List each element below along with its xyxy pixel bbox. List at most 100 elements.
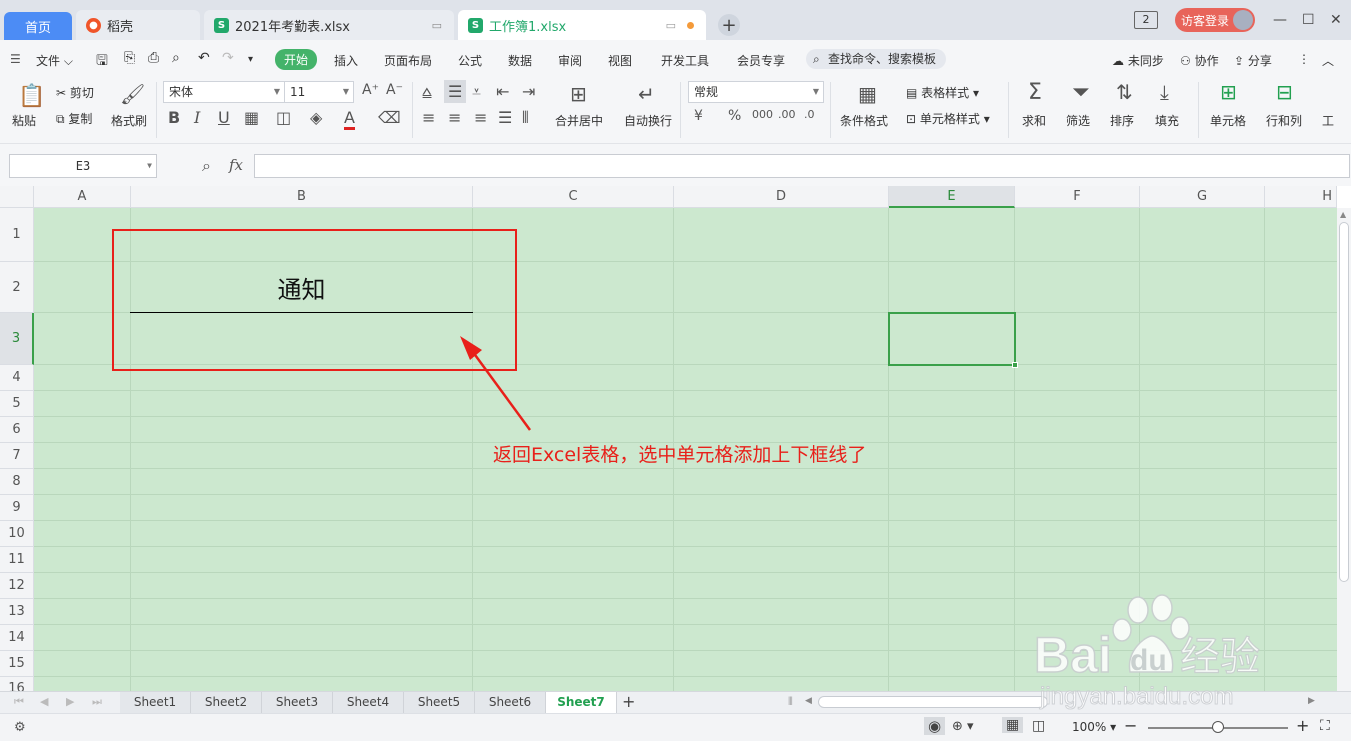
first-sheet-icon[interactable]: ⏮ — [14, 695, 24, 709]
sheet-tab-5[interactable]: Sheet5 — [404, 692, 475, 713]
scroll-thumb[interactable] — [1339, 222, 1349, 582]
page-view-icon[interactable]: ◫ — [1032, 718, 1045, 734]
tab-workbook1[interactable]: S 工作簿1.xlsx ▭ — [458, 10, 706, 40]
font-color-icon[interactable]: A — [344, 108, 355, 130]
thousands-icon[interactable]: 000 — [752, 108, 773, 121]
col-header-d[interactable]: D — [674, 186, 889, 208]
font-family-select[interactable]: 宋体 ▼ — [163, 81, 285, 103]
row-header-13[interactable]: 13 — [0, 599, 34, 625]
formula-input[interactable] — [254, 154, 1350, 178]
cell-icon[interactable]: ⊞ — [1220, 80, 1237, 104]
print-icon[interactable]: ⎙ — [148, 50, 159, 66]
menu-page-layout[interactable]: 页面布局 — [384, 52, 432, 69]
tab-home[interactable]: 首页 — [4, 12, 72, 40]
row-header-4[interactable]: 4 — [0, 365, 34, 391]
decrease-font-icon[interactable]: A⁻ — [386, 82, 403, 98]
number-format-select[interactable]: 常规 ▼ — [688, 81, 824, 103]
add-sheet-icon[interactable]: + — [622, 692, 635, 711]
horizontal-scroll-thumb[interactable] — [818, 696, 1048, 708]
zoom-search-icon[interactable]: ⌕ — [202, 156, 211, 176]
menu-start[interactable]: 开始 — [275, 49, 318, 70]
highlight-icon[interactable]: ◈ — [310, 108, 322, 127]
chevron-down-icon[interactable]: ▾ — [248, 54, 253, 65]
format-painter-icon[interactable]: 🖌 — [120, 82, 145, 106]
col-header-a[interactable]: A — [34, 186, 131, 208]
minimize-icon[interactable]: — — [1273, 12, 1287, 28]
sheet-tab-3[interactable]: Sheet3 — [262, 692, 333, 713]
align-top-icon[interactable]: ⩠ — [422, 82, 432, 102]
close-icon[interactable]: ✕ — [1330, 12, 1342, 28]
fx-icon[interactable]: fx — [229, 156, 243, 174]
menu-data[interactable]: 数据 — [508, 52, 532, 69]
scroll-right-icon[interactable]: ▶ — [1308, 696, 1315, 706]
col-header-c[interactable]: C — [473, 186, 674, 208]
justify-icon[interactable]: ☰ — [498, 108, 512, 127]
last-sheet-icon[interactable]: ⏭ — [92, 695, 102, 709]
share-button[interactable]: ⇪ 分享 — [1234, 52, 1272, 69]
preview-icon[interactable]: ⌕ — [172, 50, 180, 66]
sync-status[interactable]: ☁ 未同步 — [1112, 52, 1164, 69]
row-header-3[interactable]: 3 — [0, 313, 34, 365]
zoom-level[interactable]: 100% ▾ — [1072, 720, 1116, 734]
sort-icon[interactable]: ⇅ — [1116, 80, 1133, 104]
fullscreen-icon[interactable]: ⛶ — [1320, 718, 1330, 734]
monitor-icon[interactable]: ▭ — [432, 19, 442, 32]
eye-protection-icon[interactable]: ◉ — [924, 717, 946, 735]
decrease-decimal-icon[interactable]: .0 — [804, 108, 815, 121]
row-header-10[interactable]: 10 — [0, 521, 34, 547]
row-header-5[interactable]: 5 — [0, 391, 34, 417]
col-header-e[interactable]: E — [889, 186, 1015, 208]
row-col-button[interactable]: 行和列 — [1266, 112, 1302, 129]
monitor-icon[interactable]: ▭ — [666, 19, 676, 32]
login-button[interactable]: 访客登录 — [1175, 8, 1255, 32]
more-icon[interactable]: ⋮ — [1298, 52, 1310, 66]
distribute-icon[interactable]: ⫴ — [522, 108, 529, 128]
sheet-tab-7[interactable]: Sheet7 — [546, 692, 617, 713]
fill-button[interactable]: 填充 — [1155, 112, 1179, 129]
zoom-slider-knob[interactable] — [1212, 721, 1224, 733]
new-tab-button[interactable]: + — [718, 14, 740, 36]
row-header-9[interactable]: 9 — [0, 495, 34, 521]
sheet-tab-1[interactable]: Sheet1 — [120, 692, 191, 713]
menu-view[interactable]: 视图 — [608, 52, 632, 69]
row-header-14[interactable]: 14 — [0, 625, 34, 651]
menu-developer[interactable]: 开发工具 — [661, 52, 709, 69]
maximize-icon[interactable]: ☐ — [1302, 12, 1315, 28]
row-header-16[interactable]: 16 — [0, 677, 34, 691]
col-header-f[interactable]: F — [1015, 186, 1140, 208]
row-header-7[interactable]: 7 — [0, 443, 34, 469]
format-painter-button[interactable]: 格式刷 — [111, 112, 147, 129]
row-header-1[interactable]: 1 — [0, 208, 34, 262]
zoom-in-icon[interactable]: + — [1296, 716, 1309, 735]
align-left-icon[interactable]: ≡ — [422, 108, 435, 127]
filter-icon[interactable]: ⏷ — [1072, 80, 1090, 105]
globe-icon[interactable]: ⊕ ▾ — [952, 719, 974, 734]
row-header-2[interactable]: 2 — [0, 262, 34, 313]
row-col-icon[interactable]: ⊟ — [1276, 80, 1293, 104]
col-header-h[interactable]: H — [1265, 186, 1337, 208]
align-middle-icon[interactable]: ☰ — [444, 80, 467, 103]
percent-icon[interactable]: % — [728, 108, 741, 124]
currency-icon[interactable]: ¥ — [694, 108, 703, 124]
align-center-icon[interactable]: ≡ — [448, 108, 461, 127]
bold-icon[interactable]: B — [168, 108, 180, 127]
menu-insert[interactable]: 插入 — [334, 52, 358, 69]
tab-attendance[interactable]: S 2021年考勤表.xlsx ▭ — [204, 10, 454, 40]
cell-style-button[interactable]: ⊡ 单元格样式 ▾ — [906, 110, 990, 127]
row-header-15[interactable]: 15 — [0, 651, 34, 677]
conditional-format-button[interactable]: 条件格式 — [840, 112, 888, 129]
splitter-icon[interactable]: ⦀ — [788, 695, 793, 709]
merge-center-button[interactable]: 合并居中 — [555, 112, 603, 129]
merge-center-icon[interactable]: ⊞ — [570, 82, 587, 106]
cell-button[interactable]: 单元格 — [1210, 112, 1246, 129]
save-icon[interactable]: 🖫 — [96, 50, 108, 74]
menu-member[interactable]: 会员专享 — [737, 52, 785, 69]
redo-icon[interactable]: ↷ — [222, 50, 234, 66]
command-search[interactable]: ⌕ 查找命令、搜索模板 — [806, 49, 946, 69]
conditional-format-icon[interactable]: ▦ — [858, 82, 877, 106]
increase-decimal-icon[interactable]: .00 — [778, 108, 796, 121]
collapse-ribbon-icon[interactable]: ︿ — [1322, 52, 1334, 69]
col-header-g[interactable]: G — [1140, 186, 1265, 208]
menu-icon[interactable]: ☰ — [10, 52, 21, 66]
wrap-text-icon[interactable]: ↵ — [638, 82, 655, 106]
